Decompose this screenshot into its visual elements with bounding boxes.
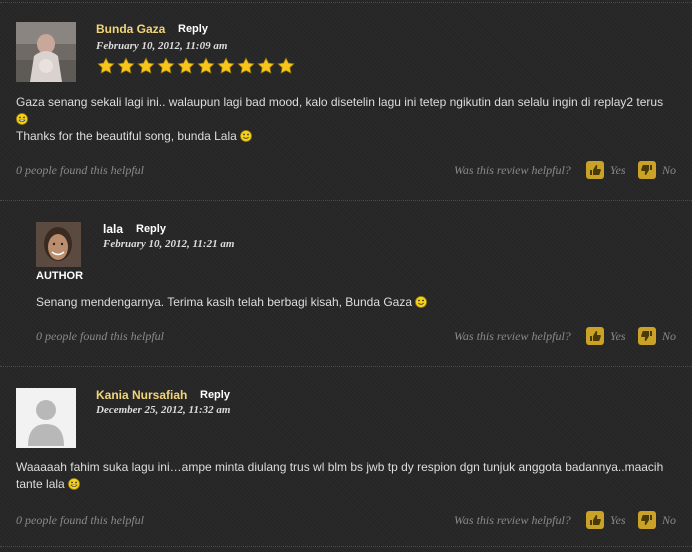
rating-stars bbox=[97, 57, 295, 75]
comment-text: Gaza senang sekali lagi ini.. walaupun l… bbox=[16, 94, 663, 145]
vote-yes-button[interactable]: Yes bbox=[586, 327, 626, 345]
thumbs-up-icon bbox=[586, 327, 604, 345]
helpful-question: Was this review helpful? bbox=[454, 329, 571, 343]
comment-line: Gaza senang sekali lagi ini.. walaupun l… bbox=[16, 95, 664, 109]
helpful-question: Was this review helpful? bbox=[454, 513, 571, 527]
star-icon bbox=[157, 57, 175, 74]
vote-yes-button[interactable]: Yes bbox=[586, 161, 626, 179]
smile-emoji-icon bbox=[239, 130, 252, 142]
vote-yes-label: Yes bbox=[610, 162, 626, 177]
reply-link[interactable]: Reply bbox=[136, 223, 166, 235]
avatar[interactable] bbox=[36, 222, 81, 267]
comment-text: Waaaaah fahim suka lagu ini…ampe minta d… bbox=[16, 459, 663, 493]
vote-no-button[interactable]: No bbox=[638, 161, 676, 179]
vote-no-button[interactable]: No bbox=[638, 327, 676, 345]
reply-link[interactable]: Reply bbox=[200, 389, 230, 401]
comment-line: tante lala bbox=[16, 476, 663, 493]
avatar[interactable] bbox=[16, 22, 76, 82]
star-icon bbox=[217, 57, 235, 74]
thumbs-down-icon bbox=[638, 511, 656, 529]
vote-no-label: No bbox=[662, 328, 677, 343]
thumbs-up-icon bbox=[586, 511, 604, 529]
star-icon bbox=[137, 57, 155, 74]
reply-link[interactable]: Reply bbox=[178, 23, 208, 35]
vote-no-button[interactable]: No bbox=[638, 511, 676, 529]
helpful-count: 0 people found this helpful bbox=[16, 163, 144, 177]
comment-author-name[interactable]: Kania Nursafiah bbox=[96, 388, 187, 402]
divider bbox=[0, 366, 692, 367]
star-icon bbox=[197, 57, 215, 74]
thumbs-down-icon bbox=[638, 161, 656, 179]
comment-date: February 10, 2012, 11:21 am bbox=[103, 238, 235, 250]
vote-yes-label: Yes bbox=[610, 328, 626, 343]
star-icon bbox=[277, 57, 295, 74]
comment-line bbox=[16, 111, 663, 128]
vote-yes-button[interactable]: Yes bbox=[586, 511, 626, 529]
grin-emoji-icon bbox=[67, 478, 80, 490]
star-icon bbox=[177, 57, 195, 74]
helpful-count: 0 people found this helpful bbox=[36, 329, 164, 343]
thumbs-down-icon bbox=[638, 327, 656, 345]
divider bbox=[0, 2, 692, 3]
helpful-count: 0 people found this helpful bbox=[16, 513, 144, 527]
star-icon bbox=[97, 57, 115, 74]
default-user-icon[interactable] bbox=[16, 388, 76, 448]
grin-emoji-icon bbox=[16, 113, 28, 125]
star-icon bbox=[237, 57, 255, 74]
comment-date: February 10, 2012, 11:09 am bbox=[96, 40, 228, 52]
star-icon bbox=[257, 57, 275, 74]
comment-text: Senang mendengarnya. Terima kasih telah … bbox=[36, 294, 427, 311]
author-badge: AUTHOR bbox=[36, 270, 84, 282]
divider bbox=[0, 200, 692, 201]
thumbs-up-icon bbox=[586, 161, 604, 179]
smile-emoji-icon bbox=[415, 296, 427, 308]
comment-author-name[interactable]: Bunda Gaza bbox=[96, 22, 165, 36]
helpful-question: Was this review helpful? bbox=[454, 163, 571, 177]
vote-yes-label: Yes bbox=[610, 512, 626, 527]
star-icon bbox=[117, 57, 135, 74]
comment-line: Senang mendengarnya. Terima kasih telah … bbox=[36, 294, 427, 311]
comment-date: December 25, 2012, 11:32 am bbox=[96, 404, 231, 416]
comment-line: Waaaaah fahim suka lagu ini…ampe minta d… bbox=[16, 460, 664, 474]
comment-line: Thanks for the beautiful song, bunda Lal… bbox=[16, 128, 663, 145]
comment-author-name[interactable]: lala bbox=[103, 222, 123, 236]
vote-no-label: No bbox=[662, 512, 677, 527]
vote-no-label: No bbox=[662, 162, 677, 177]
divider bbox=[0, 546, 692, 547]
